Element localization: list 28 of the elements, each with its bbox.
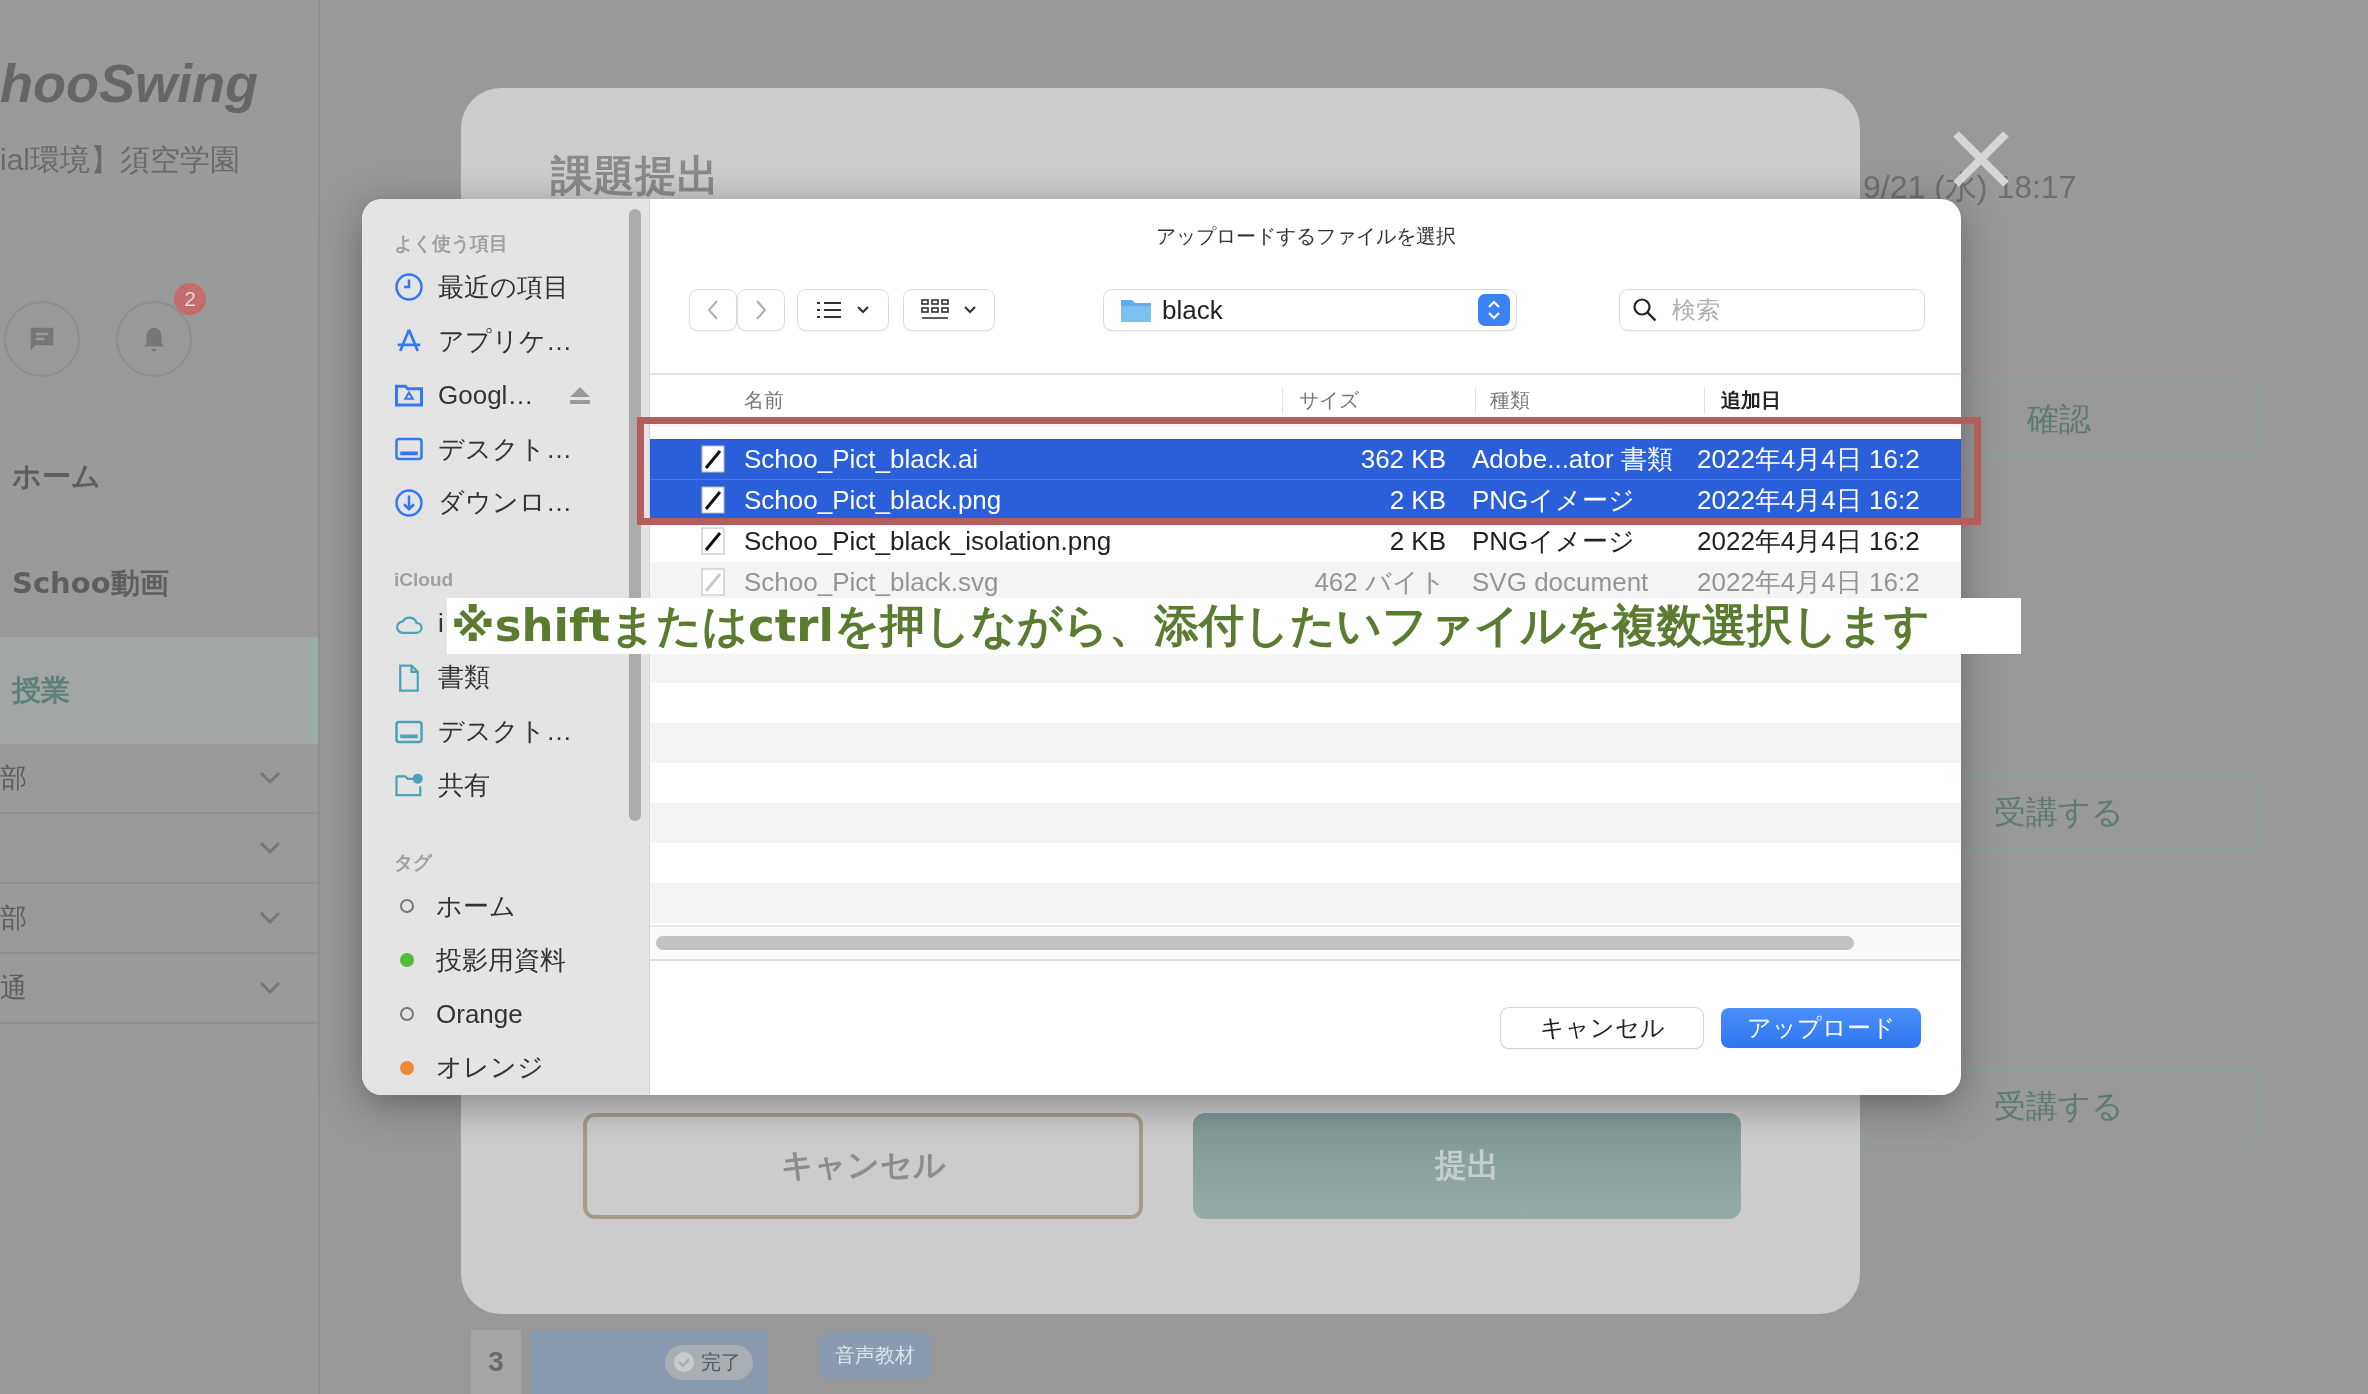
file-size: 462 バイト	[1313, 565, 1446, 599]
sidebar-heading: iCloud	[394, 568, 455, 593]
sidebar-heading: よく使う項目	[394, 231, 509, 256]
file-date: 2022年4月4日 16:2	[1696, 483, 1921, 517]
file-type: Adobe...ator 書類	[1471, 442, 1674, 476]
notification-badge: 2	[174, 283, 206, 315]
file-size: 2 KB	[1388, 525, 1446, 557]
file-type: PNGイメージ	[1471, 483, 1637, 517]
file-name: Schoo_Pict_black.png	[744, 484, 1003, 516]
dialog-title: アップロードするファイルを選択	[1154, 224, 1457, 245]
file-size: 2 KB	[1388, 484, 1446, 516]
file-date: 2022年4月4日 16:2	[1696, 524, 1921, 558]
nav-group-label: 通	[0, 972, 27, 1005]
file-date: 2022年4月4日 16:2	[1696, 565, 1921, 599]
material-tag: 音声教材	[819, 1332, 931, 1379]
file-size: 362 KB	[1359, 443, 1446, 475]
instruction-tooltip: ※shiftまたはctrlを押しながら、添付したいファイルを複数選択します	[447, 598, 2021, 654]
modal-title: 課題提出	[551, 150, 720, 202]
lesson-number: 3	[471, 1330, 521, 1394]
file-name: Schoo_Pict_black.ai	[744, 443, 980, 475]
sidebar-heading: タグ	[394, 850, 434, 875]
file-type: PNGイメージ	[1471, 524, 1637, 558]
nav-group-label: 部	[0, 762, 27, 795]
file-name: Schoo_Pict_black.svg	[744, 566, 1000, 598]
status-badge: 完了	[665, 1344, 753, 1380]
file-name: Schoo_Pict_black_isolation.png	[744, 525, 1113, 557]
nav-group-label: 部	[0, 902, 27, 935]
file-type: SVG document	[1471, 566, 1650, 598]
